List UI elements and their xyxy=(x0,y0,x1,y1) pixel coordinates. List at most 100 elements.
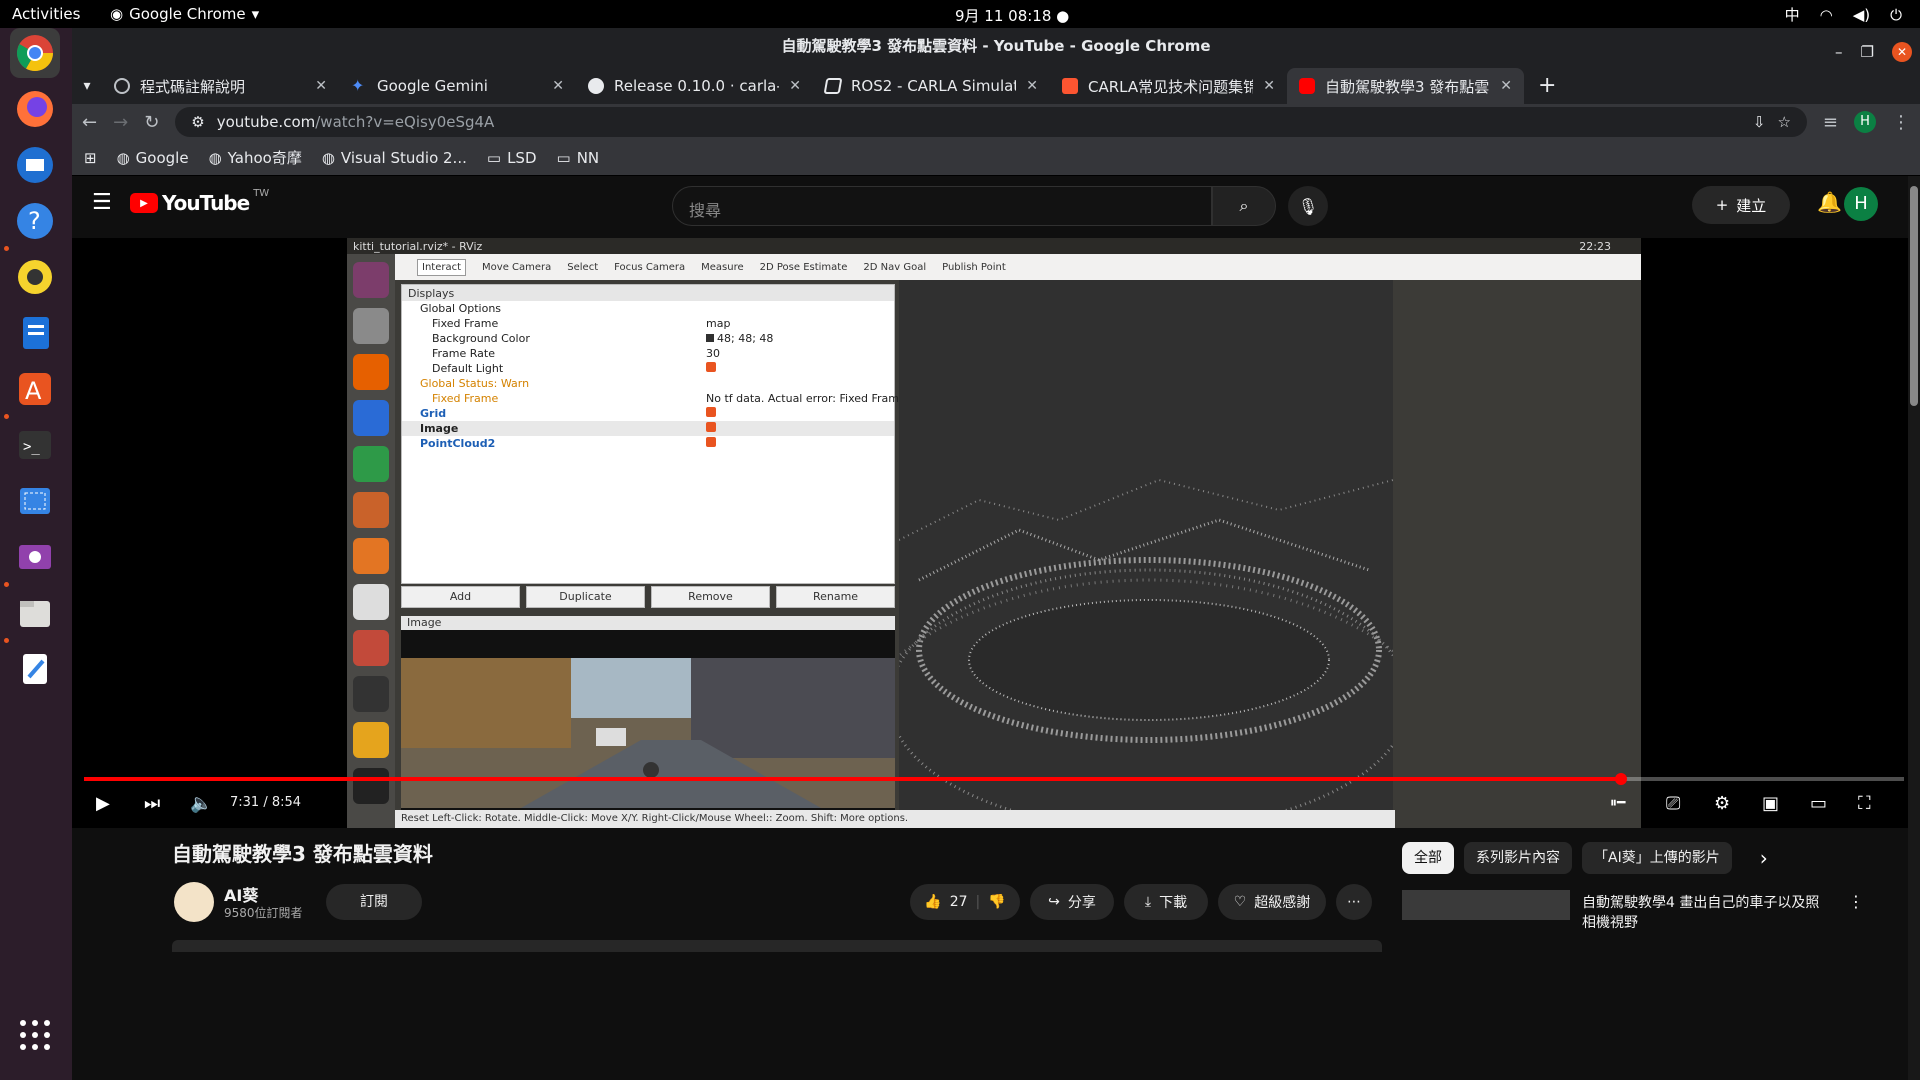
bookmark-star-icon[interactable]: ☆ xyxy=(1777,113,1790,131)
account-avatar[interactable]: H xyxy=(1844,187,1878,221)
screenshot-icon[interactable] xyxy=(10,476,60,526)
new-tab-icon[interactable]: + xyxy=(1538,68,1556,104)
close-tab-icon[interactable]: ✕ xyxy=(315,78,327,94)
software-center-icon xyxy=(353,538,389,574)
apps-grid-icon[interactable]: ⊞ xyxy=(84,149,97,167)
like-button[interactable]: 👍 27 xyxy=(924,894,967,910)
captions-button[interactable]: ⎚ xyxy=(1666,793,1680,814)
tool-move-camera: Move Camera xyxy=(482,261,552,273)
fullscreen-icon: ⛶ xyxy=(1858,793,1871,814)
forward-icon[interactable]: → xyxy=(113,112,128,133)
page-scrollbar[interactable] xyxy=(1908,176,1920,1080)
bookmark-label: Google xyxy=(135,148,189,167)
thunderbird-icon[interactable] xyxy=(10,140,60,190)
omnibox[interactable]: ⚙ youtube.com/watch?v=eQisy0eSg4A ⇩ ☆ xyxy=(175,107,1807,137)
tab-1[interactable]: ✦ Google Gemini ✕ xyxy=(339,68,576,104)
bookmark-google[interactable]: ◍ Google xyxy=(117,149,189,167)
close-tab-icon[interactable]: ✕ xyxy=(1026,78,1038,94)
search-button[interactable]: ⌕ xyxy=(1212,186,1276,226)
create-button[interactable]: + 建立 xyxy=(1692,186,1790,224)
site-info-icon[interactable]: ⚙ xyxy=(191,113,204,131)
notifications-bell-icon[interactable]: 🔔 xyxy=(1817,190,1842,214)
files-icon[interactable] xyxy=(10,588,60,638)
fullscreen-button[interactable]: ⛶ xyxy=(1858,793,1871,814)
settings-button[interactable]: ⚙ xyxy=(1714,793,1730,814)
next-button[interactable]: ⏭ xyxy=(144,793,160,814)
dislike-button[interactable]: 👎 xyxy=(988,894,1005,910)
channel-name[interactable]: AI葵 xyxy=(224,882,258,906)
media-control-icon[interactable]: ≡ xyxy=(1823,112,1838,133)
play-button[interactable]: ▶ xyxy=(96,793,110,814)
writer-icon[interactable] xyxy=(10,308,60,358)
tree-label: Global Options xyxy=(420,302,502,315)
terminal-icon[interactable]: >_ xyxy=(10,420,60,470)
tab-3[interactable]: ROS2 - CARLA Simulator ✕ xyxy=(813,68,1050,104)
scrubber-handle[interactable] xyxy=(1614,773,1627,785)
tab-4[interactable]: CARLA常见技术问题集锦 ✕ xyxy=(1050,68,1287,104)
related-title[interactable]: 自動駕駛教學4 畫出自己的車子以及照相機視野 xyxy=(1582,892,1822,932)
tool-select: Select xyxy=(567,261,599,273)
system-tray[interactable]: 中 ◠ ◀) ⏻ xyxy=(1785,4,1902,25)
bookmark-visual-studio[interactable]: ◍ Visual Studio 2... xyxy=(322,149,467,167)
play-icon: ▶ xyxy=(96,793,110,814)
subscribe-button[interactable]: 訂閱 xyxy=(326,884,422,920)
back-icon[interactable]: ← xyxy=(82,112,97,133)
reload-icon[interactable]: ↻ xyxy=(144,112,159,133)
tab-5-active[interactable]: 自動駕駛教學3 發布點雲 ✕ xyxy=(1287,68,1524,104)
channel-avatar[interactable] xyxy=(174,882,214,922)
youtube-logo[interactable]: ▶ YouTube TW xyxy=(130,188,269,215)
hamburger-menu-icon[interactable]: ☰ xyxy=(92,190,112,215)
help-icon[interactable]: ? xyxy=(10,196,60,246)
autoplay-toggle[interactable]: ⏸━ xyxy=(1610,795,1625,811)
chip-channel-uploads[interactable]: 「AI葵」上傳的影片 xyxy=(1582,842,1732,874)
tab-search-icon[interactable]: ▾ xyxy=(72,68,102,104)
tab-2[interactable]: Release 0.10.0 · carla-sim ✕ xyxy=(576,68,813,104)
super-thanks-button[interactable]: ♡ 超級感謝 xyxy=(1218,884,1326,920)
system-clock[interactable]: 9月 11 08:18 ● xyxy=(955,5,1069,26)
show-apps-icon[interactable] xyxy=(10,1010,60,1060)
video-player[interactable]: kitti_tutorial.rviz* - RViz 22:23 Intera… xyxy=(72,238,1920,828)
related-thumbnail[interactable] xyxy=(1402,890,1570,920)
input-method-indicator[interactable]: 中 xyxy=(1785,4,1800,25)
activities-button[interactable]: Activities xyxy=(12,5,80,23)
firefox-icon[interactable] xyxy=(10,84,60,134)
theater-mode-button[interactable]: ▭ xyxy=(1810,793,1827,814)
mute-button[interactable]: 🔈 xyxy=(190,793,212,814)
image-panel-header: Image xyxy=(401,616,895,630)
video-editor-icon[interactable] xyxy=(10,532,60,582)
scrollbar-thumb[interactable] xyxy=(1910,186,1918,406)
miniplayer-button[interactable]: ▣ xyxy=(1762,793,1779,814)
more-actions-button[interactable]: ⋯ xyxy=(1336,884,1372,920)
search-input[interactable]: 搜尋 xyxy=(672,186,1212,226)
description-box[interactable] xyxy=(172,940,1382,952)
close-tab-icon[interactable]: ✕ xyxy=(1263,78,1275,94)
app-center-icon[interactable]: A xyxy=(10,364,60,414)
chrome-launcher-icon[interactable] xyxy=(10,28,60,78)
bookmark-folder-lsd[interactable]: ▭ LSD xyxy=(487,149,537,167)
install-app-icon[interactable]: ⇩ xyxy=(1753,113,1766,131)
voice-search-button[interactable]: 🎙 xyxy=(1288,186,1328,226)
microphone-icon: 🎙 xyxy=(1297,196,1319,216)
download-button[interactable]: ⤓ 下載 xyxy=(1124,884,1208,920)
chip-series[interactable]: 系列影片內容 xyxy=(1464,842,1572,874)
chrome-menu-icon[interactable]: ⋮ xyxy=(1892,112,1910,133)
youtube-header: ☰ ▶ YouTube TW 搜尋 ⌕ 🎙 + 建立 🔔 H xyxy=(72,176,1920,232)
close-tab-icon[interactable]: ✕ xyxy=(552,78,564,94)
ubuntu-logo-icon xyxy=(353,262,389,298)
more-vertical-icon[interactable]: ⋮ xyxy=(1848,892,1864,911)
chevron-right-icon[interactable]: › xyxy=(1760,842,1768,874)
progress-bar[interactable] xyxy=(84,773,1904,785)
close-tab-icon[interactable]: ✕ xyxy=(789,78,801,94)
bookmark-yahoo[interactable]: ◍ Yahoo奇摩 xyxy=(209,147,302,168)
close-tab-icon[interactable]: ✕ xyxy=(1500,78,1512,94)
chip-all[interactable]: 全部 xyxy=(1402,842,1454,874)
text-editor-icon[interactable] xyxy=(10,644,60,694)
tab-0[interactable]: 程式碼註解說明 ✕ xyxy=(102,68,339,104)
share-button[interactable]: ↪ 分享 xyxy=(1030,884,1114,920)
bookmark-folder-nn[interactable]: ▭ NN xyxy=(557,149,600,167)
close-window-button[interactable]: ✕ xyxy=(1892,42,1912,62)
rhythmbox-icon[interactable] xyxy=(10,252,60,302)
video-title: 自動駕駛教學3 發布點雲資料 xyxy=(172,842,433,866)
profile-avatar[interactable]: H xyxy=(1854,111,1876,133)
app-menu[interactable]: ◉ Google Chrome ▾ xyxy=(110,5,259,23)
